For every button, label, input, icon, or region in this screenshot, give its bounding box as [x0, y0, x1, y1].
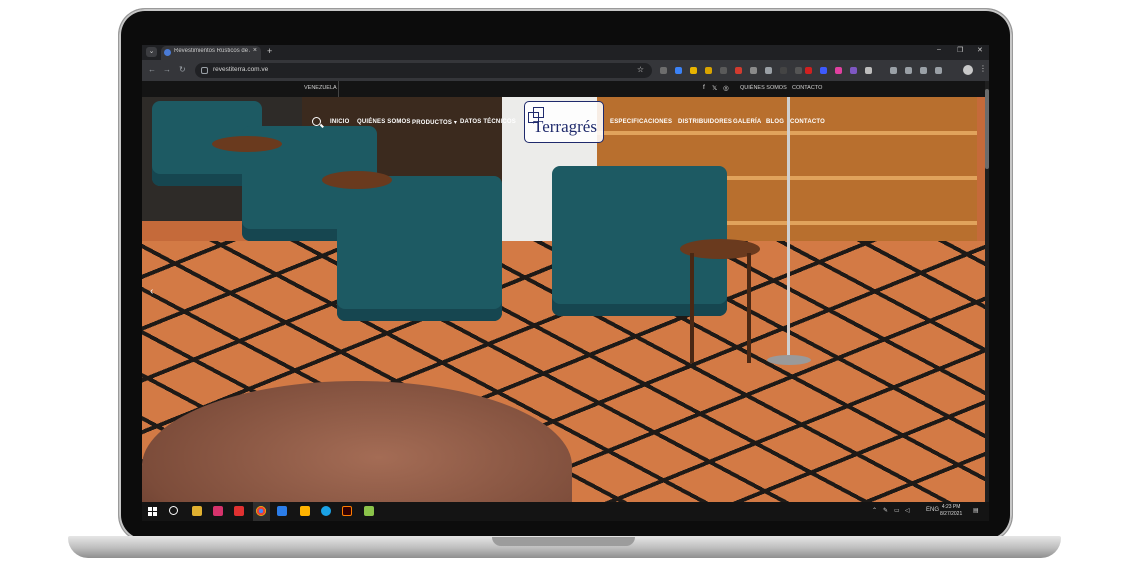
instagram-icon[interactable]: ◎: [723, 84, 729, 92]
laptop-notch: [492, 537, 635, 546]
network-icon[interactable]: ▭: [894, 507, 900, 514]
bookmarks-icon[interactable]: [890, 67, 897, 74]
tab-search-dropdown-icon[interactable]: ⌄: [146, 47, 157, 57]
extension-icon[interactable]: [660, 67, 667, 74]
x-twitter-icon[interactable]: 𝕏: [712, 84, 717, 92]
extension-icon[interactable]: [865, 67, 872, 74]
extension-icon[interactable]: [765, 67, 772, 74]
extension-icon[interactable]: [750, 67, 757, 74]
extension-icon[interactable]: [835, 67, 842, 74]
laptop-screen: ⌄ Revestimientos Rústicos de Arte Cerámi…: [142, 45, 989, 521]
extension-icon[interactable]: [805, 67, 812, 74]
extension-icon[interactable]: [850, 67, 857, 74]
extension-icon[interactable]: [735, 67, 742, 74]
browser-tab-bar: ⌄ Revestimientos Rústicos de Arte Cerámi…: [142, 45, 989, 60]
favicon-icon: [164, 49, 171, 56]
notifications-icon[interactable]: ▤: [973, 507, 979, 514]
chrome-icon[interactable]: [256, 506, 266, 516]
site-logo[interactable]: Terragrés: [524, 101, 604, 143]
windows-taskbar: ⌃ ✎ ▭ ◁ ENG 4:23 PM 8/27/2021 ▤: [142, 502, 989, 521]
bookmark-star-icon[interactable]: ☆: [637, 65, 644, 74]
tab-groups-icon[interactable]: [905, 67, 912, 74]
browser-tab[interactable]: Revestimientos Rústicos de Arte Cerámico…: [161, 46, 261, 60]
volume-icon[interactable]: ◁: [905, 507, 910, 514]
extension-icon[interactable]: [820, 67, 827, 74]
site-info-icon[interactable]: [201, 67, 208, 74]
browser-toolbar: ← → ↻ revestiterra.com.ve ☆ ⋮: [142, 60, 989, 81]
kebab-menu-icon[interactable]: ⋮: [979, 64, 987, 73]
extension-icon[interactable]: [720, 67, 727, 74]
extension-icon[interactable]: [795, 67, 802, 74]
extension-icon[interactable]: [675, 67, 682, 74]
facebook-icon[interactable]: f: [703, 84, 705, 91]
extension-icon[interactable]: [780, 67, 787, 74]
hero-side-table: [212, 136, 282, 152]
taskbar-app-icon[interactable]: [300, 506, 310, 516]
nav-item-quienes-somos[interactable]: QUIÉNES SOMOS: [357, 119, 411, 125]
forward-arrow-icon[interactable]: →: [163, 65, 171, 74]
slider-prev-arrow-icon[interactable]: ‹: [150, 286, 153, 297]
sync-icon[interactable]: [920, 67, 927, 74]
tray-chevron-icon[interactable]: ⌃: [872, 507, 877, 514]
vscode-icon[interactable]: [277, 506, 287, 516]
taskbar-app-icon[interactable]: [213, 506, 223, 516]
pen-icon[interactable]: ✎: [883, 507, 888, 514]
taskbar-clock[interactable]: 4:23 PM 8/27/2021: [940, 504, 962, 518]
logo-text: Terragrés: [533, 117, 597, 136]
nav-item-inicio[interactable]: INICIO: [330, 119, 350, 125]
address-bar[interactable]: revestiterra.com.ve ☆: [195, 63, 652, 78]
windows-start-icon[interactable]: [148, 507, 157, 516]
hero-side-table: [322, 171, 392, 189]
page-scrollbar[interactable]: [985, 81, 989, 502]
window-close-button[interactable]: ✕: [977, 46, 983, 54]
window-minimize-button[interactable]: –: [937, 46, 941, 53]
search-icon[interactable]: [312, 117, 321, 126]
top-link-quienes-somos[interactable]: QUIÉNES SOMOS: [740, 85, 787, 91]
language-indicator[interactable]: ENG: [926, 507, 939, 513]
taskbar-app-icon[interactable]: [364, 506, 374, 516]
new-tab-button[interactable]: +: [267, 46, 272, 56]
tab-close-icon[interactable]: ×: [253, 47, 257, 54]
illustrator-icon[interactable]: [342, 506, 352, 516]
top-bar-divider: [338, 81, 339, 97]
nav-item-blog[interactable]: BLOG: [766, 119, 784, 125]
top-link-contacto[interactable]: CONTACTO: [792, 85, 822, 91]
nav-item-especificaciones[interactable]: ESPECIFICACIONES: [610, 119, 672, 125]
nav-item-galeria[interactable]: GALERÍA: [733, 119, 761, 125]
slider-dots: [552, 494, 570, 502]
window-maximize-button[interactable]: ❐: [957, 46, 963, 54]
filezilla-icon[interactable]: [234, 506, 244, 516]
reload-icon[interactable]: ↻: [179, 65, 186, 74]
hero-floor-lamp-base: [767, 355, 811, 365]
profile-avatar[interactable]: [963, 65, 973, 75]
nav-item-productos[interactable]: PRODUCTOS ▾: [412, 119, 457, 126]
hero-armchair: [337, 176, 502, 321]
site-top-bar: VENEZUELA f 𝕏 ◎ QUIÉNES SOMOS CONTACTO: [142, 81, 989, 97]
nav-item-contacto[interactable]: CONTACTO: [790, 119, 825, 125]
url-text: revestiterra.com.ve: [213, 66, 269, 73]
nav-item-distribuidores[interactable]: DISTRIBUIDORES: [678, 119, 732, 125]
hero-table-leg: [747, 253, 751, 363]
scrollbar-thumb[interactable]: [985, 89, 989, 169]
clock-time: 4:23 PM: [941, 504, 961, 510]
website-viewport: VENEZUELA f 𝕏 ◎ QUIÉNES SOMOS CONTACTO I…: [142, 81, 989, 502]
back-arrow-icon[interactable]: ←: [148, 65, 156, 74]
file-explorer-icon[interactable]: [192, 506, 202, 516]
tab-title: Revestimientos Rústicos de Arte Cerámico: [174, 48, 250, 54]
edge-icon[interactable]: [321, 506, 331, 516]
extension-icon[interactable]: [705, 67, 712, 74]
nav-item-datos-tecnicos[interactable]: DATOS TÉCNICOS: [460, 119, 516, 125]
taskbar-search-icon[interactable]: [169, 506, 178, 515]
hero-table-leg: [690, 253, 694, 363]
location-label: VENEZUELA: [304, 85, 337, 91]
devtools-icon[interactable]: [935, 67, 942, 74]
extension-icon[interactable]: [690, 67, 697, 74]
clock-date: 8/27/2021: [940, 511, 963, 517]
